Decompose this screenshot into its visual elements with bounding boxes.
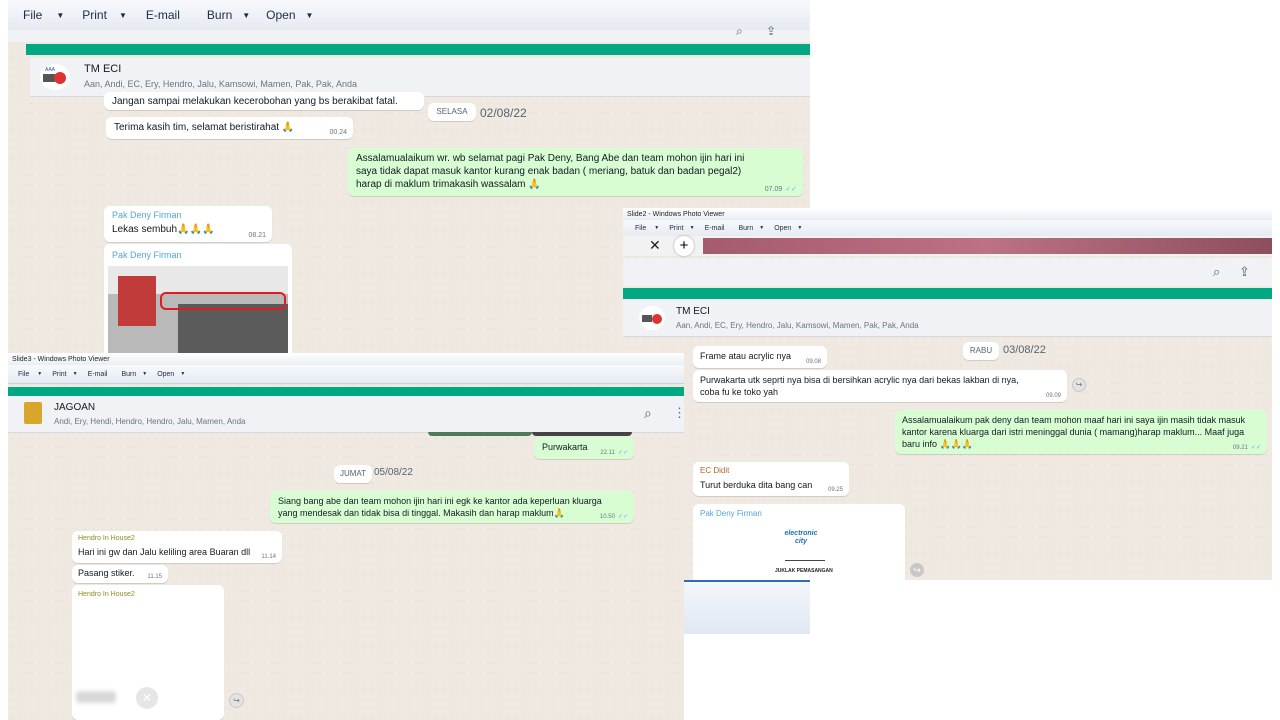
close-icon[interactable]: ✕ bbox=[136, 687, 158, 709]
open-menu[interactable]: Open ▼ bbox=[266, 8, 313, 22]
browser-tabstrip: ✕ + bbox=[623, 236, 1272, 256]
photo-thumbnail[interactable] bbox=[108, 266, 288, 362]
viewer-toolbar: File ▼ Print ▼ E-mail Burn ▼ Open ▼ bbox=[8, 0, 810, 31]
window-titlebar: Slide2 - Windows Photo Viewer bbox=[623, 208, 1272, 220]
group-name: TM ECI bbox=[84, 63, 122, 75]
file-menu[interactable]: File ▼ bbox=[18, 371, 42, 378]
date-label: 02/08/22 bbox=[480, 106, 527, 120]
search-icon[interactable]: ⌕ bbox=[1213, 264, 1220, 280]
image-message[interactable]: Pak Deny Firman electronic city JUKLAK P… bbox=[693, 504, 905, 580]
email-button[interactable]: E-mail bbox=[705, 225, 725, 232]
image-fragment bbox=[428, 432, 532, 436]
date-label: 03/08/22 bbox=[1003, 344, 1046, 356]
blurred-caption bbox=[76, 691, 116, 703]
message-bubble-outgoing: Assalamualaikum pak deny dan team mohon … bbox=[895, 410, 1267, 454]
message-bubble: Purwakarta utk seprti nya bisa di bersih… bbox=[693, 370, 1067, 402]
day-separator: RABU bbox=[963, 342, 999, 360]
plus-icon[interactable]: + bbox=[674, 236, 694, 256]
burn-menu[interactable]: Burn ▼ bbox=[207, 8, 250, 22]
open-menu[interactable]: Open ▼ bbox=[774, 225, 802, 232]
file-menu[interactable]: File ▼ bbox=[23, 8, 64, 22]
day-separator: SELASA bbox=[428, 103, 476, 121]
print-menu[interactable]: Print ▼ bbox=[52, 371, 77, 378]
burn-menu[interactable]: Burn ▼ bbox=[121, 371, 147, 378]
forward-icon[interactable]: ↪ bbox=[229, 693, 244, 708]
accent-bar bbox=[623, 288, 1272, 299]
group-name: JAGOAN bbox=[54, 402, 96, 413]
svg-text:AAA: AAA bbox=[45, 67, 56, 73]
share-icon[interactable]: ⇪ bbox=[1239, 264, 1250, 280]
brand-logo: electronic city bbox=[784, 530, 818, 545]
open-menu[interactable]: Open ▼ bbox=[157, 371, 185, 378]
message-bubble: Pak Deny Firman Lekas sembuh🙏🙏🙏 08.21 bbox=[104, 206, 272, 242]
read-ticks-icon: ✓✓ bbox=[1250, 445, 1261, 451]
message-bubble-outgoing: Purwakarta 22.11 ✓✓ bbox=[534, 437, 634, 459]
file-menu[interactable]: File ▼ bbox=[635, 225, 659, 232]
date-label: 05/08/22 bbox=[374, 467, 413, 478]
group-avatar[interactable] bbox=[639, 306, 665, 330]
message-bubble-outgoing: Assalamualaikum wr. wb selamat pagi Pak … bbox=[348, 148, 803, 196]
browser-strip: ⌕ ⇪ bbox=[8, 24, 810, 42]
accent-bar bbox=[26, 44, 810, 55]
menu-icon[interactable]: ⋮ bbox=[673, 405, 684, 421]
chat-toolbar: ⌕ ⇪ bbox=[623, 258, 1272, 286]
accent-bar bbox=[8, 387, 684, 396]
forward-icon[interactable]: ↪ bbox=[910, 563, 924, 577]
blurred-tab bbox=[703, 238, 1272, 254]
window-titlebar: Slide3 - Windows Photo Viewer bbox=[8, 353, 684, 365]
print-menu[interactable]: Print ▼ bbox=[669, 225, 694, 232]
image-message[interactable]: Hendro In House2 ✕ bbox=[72, 585, 224, 720]
group-members: Aan, Andi, EC, Ery, Hendro, Jalu, Kamsow… bbox=[84, 79, 357, 89]
group-members: Aan, Andi, EC, Ery, Hendro, Jalu, Kamsow… bbox=[676, 321, 919, 330]
email-button[interactable]: E-mail bbox=[146, 8, 180, 22]
search-icon[interactable]: ⌕ bbox=[736, 24, 743, 39]
message-bubble: Frame atau acrylic nya 09.08 bbox=[693, 346, 827, 368]
read-ticks-icon: ✓✓ bbox=[617, 514, 628, 520]
group-members: Andi, Ery, Hendi, Hendro, Hendro, Jalu, … bbox=[54, 417, 246, 426]
message-bubble: Terima kasih tim, selamat beristirahat 🙏… bbox=[106, 117, 353, 139]
message-bubble-outgoing: Siang bang abe dan team mohon ijin hari … bbox=[270, 491, 634, 523]
group-avatar[interactable] bbox=[24, 402, 42, 424]
group-avatar[interactable]: AAA bbox=[40, 64, 70, 90]
chat-header[interactable]: JAGOAN Andi, Ery, Hendi, Hendro, Hendro,… bbox=[8, 396, 684, 433]
document-thumbnail[interactable]: electronic city JUKLAK PEMASANGAN bbox=[697, 522, 901, 580]
image-message[interactable]: Pak Deny Firman bbox=[104, 244, 292, 364]
message-bubble: Hendro In House2 Hari ini gw dan Jalu ke… bbox=[72, 531, 282, 563]
message-bubble: EC Didit Turut berduka dita bang can 09.… bbox=[693, 462, 849, 496]
day-separator: JUMAT bbox=[334, 465, 372, 483]
viewer-toolbar: File ▼ Print ▼ E-mail Burn ▼ Open ▼ bbox=[8, 365, 684, 384]
message-bubble: Pasang stiker. 11.15 bbox=[72, 565, 168, 583]
print-menu[interactable]: Print ▼ bbox=[82, 8, 127, 22]
image-fragment bbox=[532, 432, 632, 436]
forward-icon[interactable]: ↪ bbox=[1072, 378, 1086, 392]
photo-viewer-3: Slide3 - Windows Photo Viewer File ▼ Prin… bbox=[8, 353, 684, 720]
read-ticks-icon: ✓✓ bbox=[785, 186, 797, 193]
viewer-toolbar: File ▼ Print ▼ E-mail Burn ▼ Open ▼ bbox=[623, 220, 1272, 237]
group-name: TM ECI bbox=[676, 306, 710, 317]
search-icon[interactable]: ⌕ bbox=[644, 405, 652, 422]
read-ticks-icon: ✓✓ bbox=[617, 450, 628, 456]
email-button[interactable]: E-mail bbox=[88, 371, 108, 378]
message-bubble: Jangan sampai melakukan kecerobohan yang… bbox=[104, 92, 424, 110]
close-icon[interactable]: ✕ bbox=[649, 237, 661, 254]
photo-viewer-2: Slide2 - Windows Photo Viewer File ▼ Prin… bbox=[623, 208, 1272, 580]
burn-menu[interactable]: Burn ▼ bbox=[738, 225, 764, 232]
taskbar-fragment bbox=[684, 580, 810, 634]
chat-header[interactable]: TM ECI Aan, Andi, EC, Ery, Hendro, Jalu,… bbox=[623, 300, 1272, 337]
share-icon[interactable]: ⇪ bbox=[766, 24, 776, 38]
